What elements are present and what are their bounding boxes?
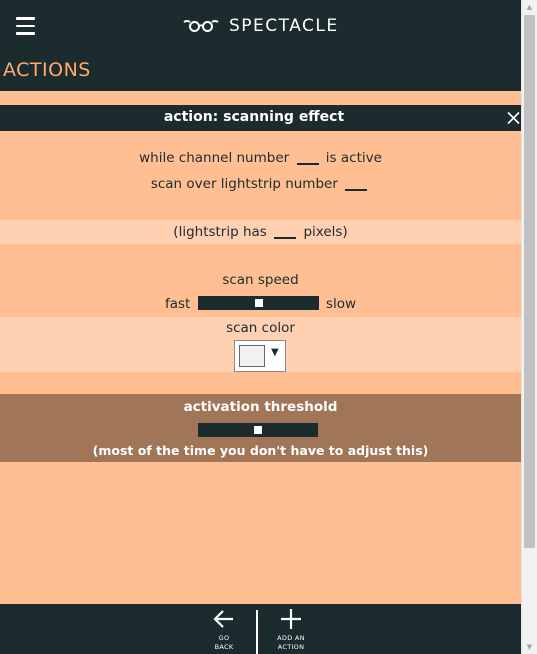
pixels-row: (lightstrip has pixels) xyxy=(0,224,521,240)
arrow-left-icon xyxy=(213,610,233,628)
threshold-panel: activation threshold (most of the time y… xyxy=(0,394,521,462)
channel-suffix: is active xyxy=(325,150,382,166)
action-title: action: scanning effect xyxy=(163,109,345,125)
slider-thumb[interactable] xyxy=(254,299,263,307)
speed-row: fast slow xyxy=(0,296,521,312)
go-back-line2: BACK xyxy=(214,643,234,651)
bottom-nav: GO BACK ADD AN ACTION xyxy=(0,604,521,654)
brand-name: SPECTACLE xyxy=(229,16,339,36)
color-label: scan color xyxy=(226,320,295,336)
speed-slow-label: slow xyxy=(325,296,357,312)
go-back-line1: GO xyxy=(218,634,230,642)
add-action-line1: ADD AN xyxy=(277,634,305,642)
threshold-note: (most of the time you don't have to adju… xyxy=(92,443,429,458)
pixel-count-field[interactable] xyxy=(274,237,297,239)
hamburger-icon[interactable] xyxy=(16,17,35,35)
pixels-prefix: (lightstrip has xyxy=(173,224,267,240)
strip-prefix: scan over lightstrip number xyxy=(150,176,338,192)
scrollbar-thumb[interactable] xyxy=(524,15,535,548)
scroll-down-icon[interactable]: ▼ xyxy=(522,640,537,654)
plus-icon xyxy=(281,609,301,629)
pixels-suffix: pixels) xyxy=(303,224,348,240)
chevron-down-icon: ▼ xyxy=(271,347,279,358)
color-swatch xyxy=(239,345,265,367)
nav-divider xyxy=(256,610,258,654)
strip-row: scan over lightstrip number xyxy=(0,176,521,192)
page-title: ACTIONS xyxy=(3,59,91,81)
add-action-line2: ACTION xyxy=(277,643,305,651)
add-action-button[interactable]: ADD AN ACTION xyxy=(268,604,314,654)
slider-thumb[interactable] xyxy=(254,426,262,434)
header-bar: SPECTACLE ACTIONS xyxy=(0,0,521,91)
strip-number-field[interactable] xyxy=(345,189,368,191)
scroll-up-icon[interactable]: ▲ xyxy=(522,0,537,14)
speed-fast-label: fast xyxy=(164,296,191,312)
threshold-slider[interactable] xyxy=(198,423,318,437)
app: SPECTACLE ACTIONS action: scanning effec… xyxy=(0,0,521,654)
scan-speed-slider[interactable] xyxy=(197,296,319,310)
channel-prefix: while channel number xyxy=(139,150,290,166)
scan-color-picker[interactable]: ▼ xyxy=(234,340,286,372)
scrollbar[interactable]: ▲ ▼ xyxy=(521,0,537,654)
go-back-button[interactable]: GO BACK xyxy=(204,604,244,654)
channel-row: while channel number is active xyxy=(0,150,521,166)
spectacles-logo-icon xyxy=(183,20,219,32)
threshold-title: activation threshold xyxy=(183,399,338,415)
speed-label: scan speed xyxy=(222,272,299,288)
action-header: action: scanning effect xyxy=(0,105,521,131)
channel-number-field[interactable] xyxy=(296,163,319,165)
brand: SPECTACLE xyxy=(183,13,339,39)
close-icon[interactable] xyxy=(506,110,521,126)
